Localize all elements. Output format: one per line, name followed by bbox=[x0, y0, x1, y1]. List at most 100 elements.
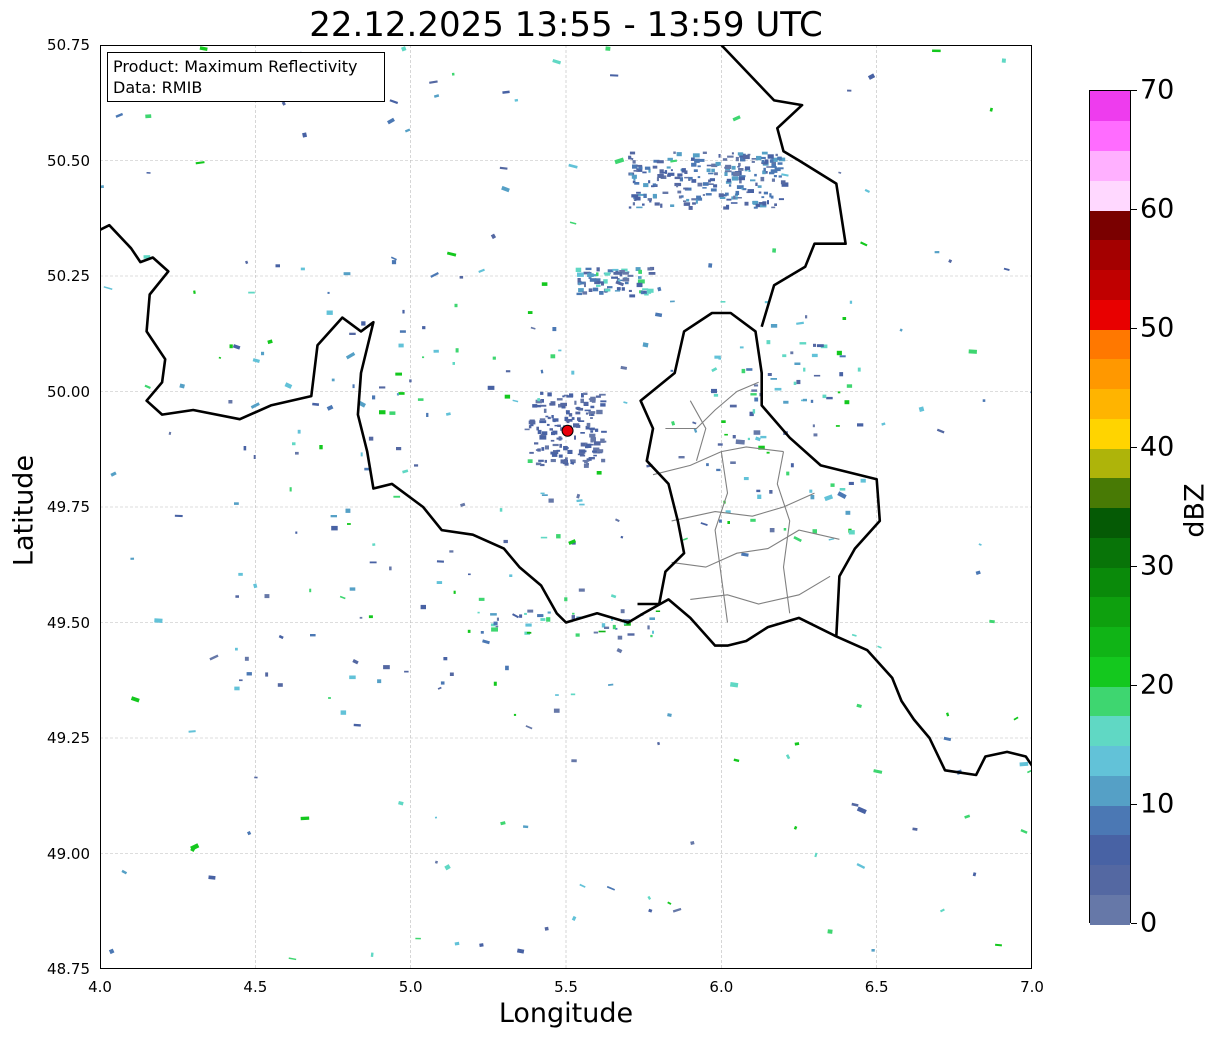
echo-pixel bbox=[934, 251, 940, 254]
echo-pixel bbox=[731, 152, 734, 155]
echo-pixel bbox=[430, 272, 439, 278]
echo-pixel bbox=[209, 654, 219, 661]
echo-pixel bbox=[390, 256, 397, 261]
echo-pixel bbox=[527, 311, 533, 314]
echo-pixel bbox=[492, 356, 496, 360]
echo-pixel bbox=[758, 191, 762, 194]
y-tick-label: 50.50 bbox=[47, 151, 90, 170]
echo-pixel bbox=[596, 449, 604, 453]
echo-pixel bbox=[370, 952, 374, 958]
echo-pixel bbox=[877, 645, 882, 649]
echo-pixel bbox=[1001, 58, 1006, 63]
echo-pixel bbox=[982, 399, 986, 402]
echo-pixel bbox=[547, 611, 551, 614]
echo-pixel bbox=[760, 435, 767, 439]
echo-pixel bbox=[655, 610, 661, 612]
echo-pixel bbox=[328, 697, 331, 699]
echo-pixel bbox=[389, 566, 392, 571]
echo-pixel bbox=[690, 840, 695, 846]
echo-pixel bbox=[688, 206, 693, 210]
echo-pixel bbox=[353, 723, 361, 727]
echo-pixel bbox=[622, 277, 630, 282]
y-tick-label: 49.00 bbox=[47, 844, 90, 863]
echo-pixel bbox=[398, 392, 405, 395]
echo-pixel bbox=[452, 362, 455, 365]
echo-pixel bbox=[578, 407, 584, 411]
echo-pixel bbox=[667, 172, 675, 176]
echo-pixel bbox=[616, 648, 623, 654]
echo-pixel bbox=[103, 286, 113, 290]
echo-pixel bbox=[295, 451, 299, 455]
echo-pixel bbox=[750, 518, 756, 522]
echo-pixel bbox=[593, 454, 597, 457]
echo-pixel bbox=[300, 816, 310, 821]
radar-site-marker-dot[interactable] bbox=[561, 424, 574, 437]
echo-pixel bbox=[761, 151, 768, 155]
echo-pixel bbox=[503, 539, 508, 544]
echo-pixel bbox=[571, 417, 575, 420]
echo-pixel bbox=[727, 521, 730, 524]
echo-pixel bbox=[592, 450, 598, 453]
map-canvas[interactable] bbox=[100, 45, 1032, 969]
echo-pixel bbox=[571, 370, 575, 375]
echo-pixel bbox=[235, 595, 239, 598]
echo-pixel bbox=[638, 166, 643, 170]
echo-pixel bbox=[708, 263, 713, 268]
echo-pixel bbox=[636, 164, 643, 167]
echo-pixel bbox=[803, 367, 806, 372]
echo-pixel bbox=[648, 908, 653, 913]
echo-pixel bbox=[616, 287, 621, 291]
echo-pixel bbox=[651, 185, 655, 188]
echo-pixel bbox=[527, 459, 533, 463]
colorbar-segment bbox=[1090, 150, 1130, 181]
echo-pixel bbox=[802, 398, 807, 402]
echo-pixel bbox=[753, 206, 758, 209]
echo-pixel bbox=[769, 159, 774, 163]
echo-pixel bbox=[656, 177, 659, 182]
echo-pixel bbox=[662, 191, 669, 194]
echo-pixel bbox=[512, 613, 520, 619]
echo-pixel bbox=[401, 46, 407, 52]
echo-pixel bbox=[584, 409, 591, 412]
echo-pixel bbox=[409, 379, 412, 383]
echo-pixel bbox=[188, 730, 196, 733]
echo-pixel bbox=[706, 168, 711, 173]
echo-pixel bbox=[479, 943, 484, 947]
echo-pixel bbox=[576, 424, 581, 428]
echo-pixel bbox=[856, 862, 866, 869]
echo-pixel bbox=[693, 169, 698, 172]
echo-pixel bbox=[650, 634, 653, 638]
colorbar-tick-mark bbox=[1131, 209, 1137, 210]
colorbar-segment bbox=[1090, 210, 1130, 241]
echo-pixel bbox=[691, 179, 697, 183]
echo-pixel bbox=[433, 349, 439, 353]
echo-pixel bbox=[459, 276, 464, 279]
echo-pixel bbox=[468, 573, 471, 576]
reflectivity-echoes bbox=[100, 46, 1032, 961]
echo-pixel bbox=[612, 624, 616, 630]
echo-pixel bbox=[349, 675, 356, 680]
echo-pixel bbox=[670, 169, 673, 172]
echo-pixel bbox=[239, 679, 243, 682]
echo-pixel bbox=[278, 634, 284, 640]
radar-map[interactable] bbox=[100, 45, 1032, 969]
echo-pixel bbox=[769, 171, 775, 175]
echo-pixel bbox=[770, 324, 778, 328]
echo-pixel bbox=[589, 427, 595, 431]
echo-pixel bbox=[777, 162, 783, 165]
echo-pixel bbox=[596, 409, 603, 415]
echo-pixel bbox=[1019, 761, 1029, 767]
echo-pixel bbox=[683, 202, 691, 206]
echo-pixel bbox=[500, 821, 506, 826]
echo-pixel bbox=[711, 367, 718, 373]
echo-pixel bbox=[551, 415, 554, 419]
echo-pixel bbox=[393, 495, 401, 498]
echo-pixel bbox=[444, 864, 451, 871]
echo-pixel bbox=[550, 354, 556, 359]
echo-pixel bbox=[326, 404, 334, 411]
echo-pixel bbox=[234, 686, 240, 691]
y-tick-label: 50.25 bbox=[47, 267, 90, 285]
echo-pixel bbox=[697, 182, 703, 187]
echo-pixel bbox=[731, 176, 739, 181]
echo-pixel bbox=[670, 369, 674, 372]
